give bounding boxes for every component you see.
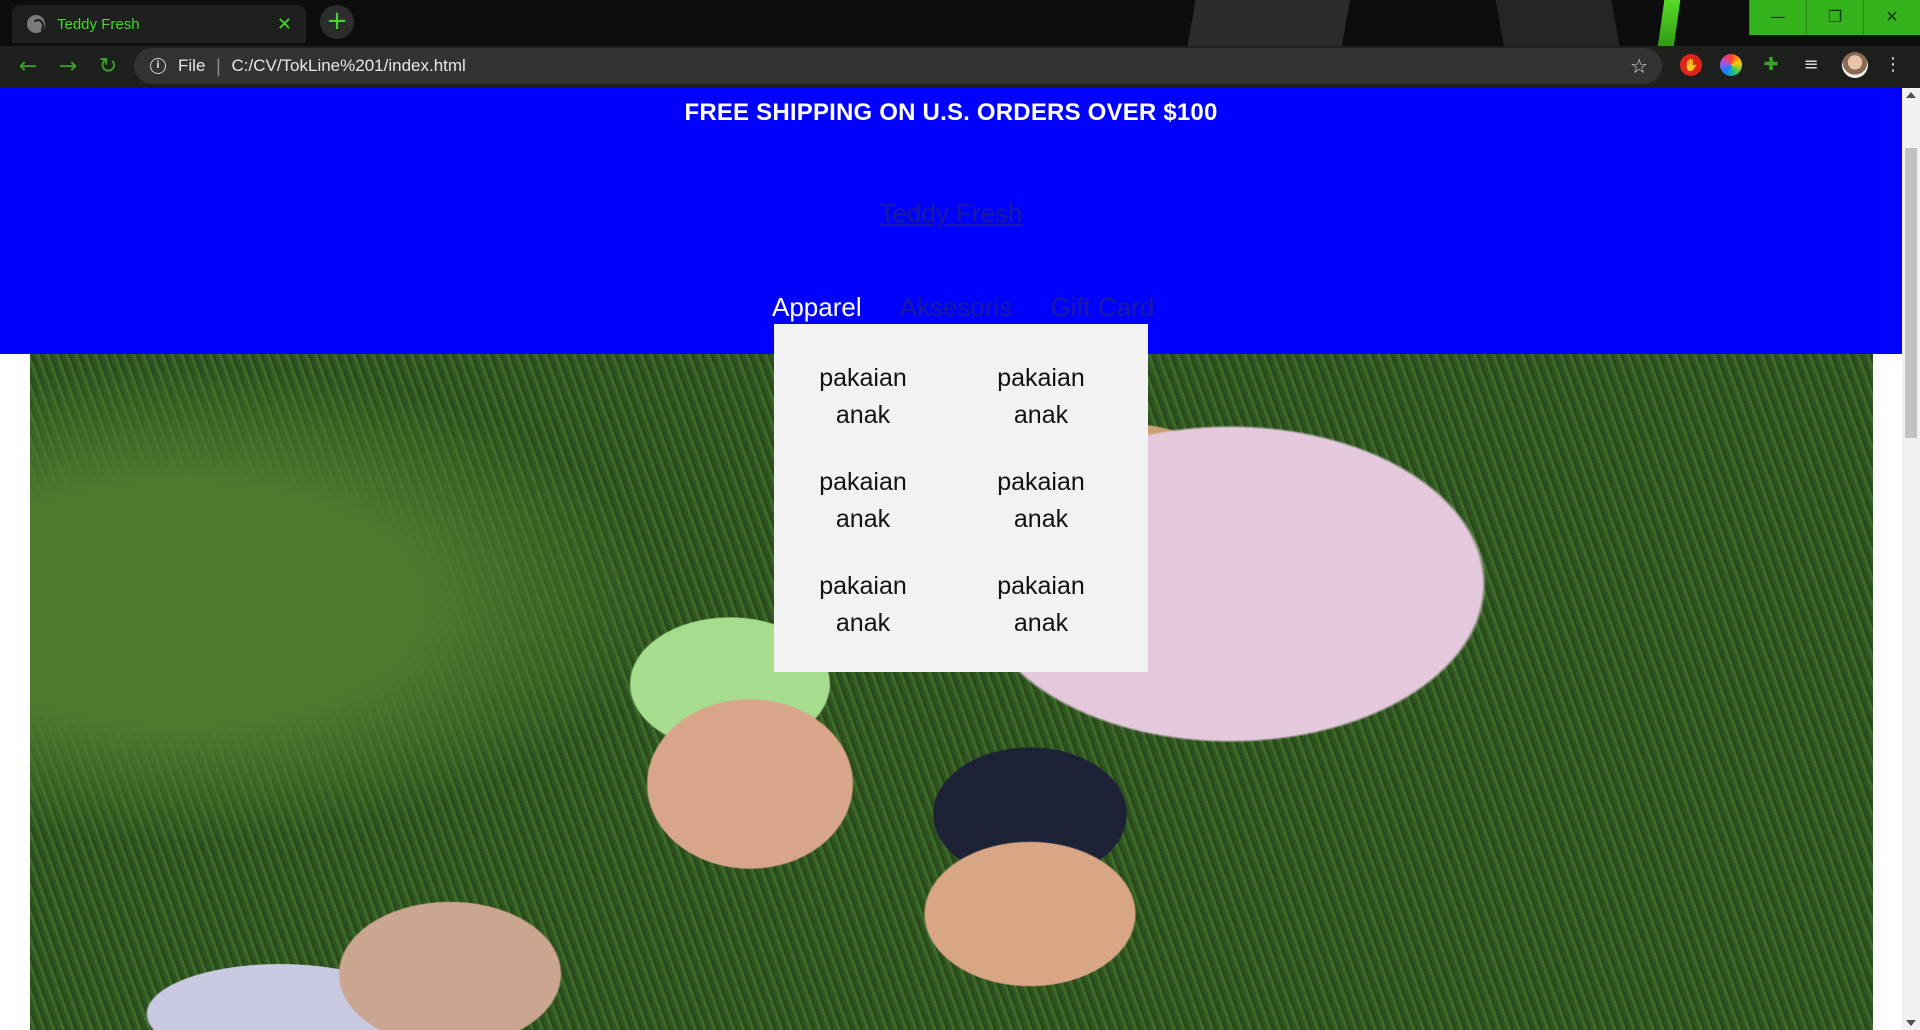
- vertical-scrollbar[interactable]: [1902, 88, 1920, 1030]
- close-window-button[interactable]: ✕: [1863, 0, 1920, 35]
- nav-item-gift-card[interactable]: Gift Card: [1031, 292, 1173, 323]
- dropdown-item[interactable]: pakaian anak: [986, 360, 1096, 434]
- page-viewport: FREE SHIPPING ON U.S. ORDERS OVER $100 T…: [0, 88, 1902, 1030]
- browser-tab[interactable]: Teddy Fresh ✕: [12, 5, 306, 43]
- minimize-button[interactable]: —: [1749, 0, 1806, 35]
- scrollbar-thumb[interactable]: [1905, 148, 1917, 438]
- address-bar[interactable]: i File | C:/CV/TokLine%201/index.html ☆: [134, 48, 1662, 84]
- nav-item-apparel[interactable]: Apparel: [772, 292, 881, 323]
- back-arrow-icon[interactable]: ←: [14, 54, 42, 79]
- site-logo-link[interactable]: Teddy Fresh: [0, 198, 1902, 229]
- window-controls: — ❐ ✕: [1749, 0, 1920, 35]
- browser-chrome: Teddy Fresh ✕ + — ❐ ✕ ← → ↻ i File | C:/…: [0, 0, 1920, 88]
- new-tab-button[interactable]: +: [320, 5, 354, 39]
- browser-toolbar: ← → ↻ i File | C:/CV/TokLine%201/index.h…: [0, 46, 1920, 88]
- reading-list-icon[interactable]: ≡: [1800, 54, 1822, 76]
- globe-icon: [27, 15, 45, 33]
- adblock-extension-icon[interactable]: ✋: [1680, 54, 1702, 76]
- dropdown-item[interactable]: pakaian anak: [986, 464, 1096, 538]
- url-scheme: File: [178, 56, 206, 75]
- restore-button[interactable]: ❐: [1806, 0, 1863, 35]
- main-nav: Apparel Aksesoris Gift Card: [772, 292, 1173, 323]
- announcement-bar: FREE SHIPPING ON U.S. ORDERS OVER $100: [684, 99, 1218, 126]
- forward-arrow-icon[interactable]: →: [54, 54, 82, 79]
- reload-icon[interactable]: ↻: [94, 54, 122, 79]
- site-header: FREE SHIPPING ON U.S. ORDERS OVER $100 T…: [0, 88, 1902, 354]
- bookmark-star-icon[interactable]: ☆: [1630, 54, 1648, 78]
- menu-kebab-icon[interactable]: ⋮: [1882, 54, 1904, 76]
- dropdown-item[interactable]: pakaian anak: [808, 360, 918, 434]
- color-extension-icon[interactable]: [1720, 54, 1742, 76]
- scroll-up-arrow-icon[interactable]: [1906, 92, 1916, 98]
- profile-avatar[interactable]: [1842, 52, 1868, 78]
- dropdown-item[interactable]: pakaian anak: [808, 464, 918, 538]
- dropdown-item[interactable]: pakaian anak: [986, 568, 1096, 642]
- apparel-dropdown-menu: pakaian anak pakaian anak pakaian anak p…: [774, 324, 1148, 672]
- url-text[interactable]: C:/CV/TokLine%201/index.html: [231, 56, 1630, 76]
- info-icon[interactable]: i: [150, 58, 166, 74]
- scroll-down-arrow-icon[interactable]: [1906, 1020, 1916, 1026]
- close-tab-icon[interactable]: ✕: [277, 14, 292, 35]
- nav-item-aksesoris[interactable]: Aksesoris: [881, 292, 1032, 323]
- url-separator: |: [215, 55, 222, 77]
- puzzle-extensions-icon[interactable]: ✚: [1760, 54, 1782, 76]
- tab-title: Teddy Fresh: [57, 15, 140, 33]
- dropdown-item[interactable]: pakaian anak: [808, 568, 918, 642]
